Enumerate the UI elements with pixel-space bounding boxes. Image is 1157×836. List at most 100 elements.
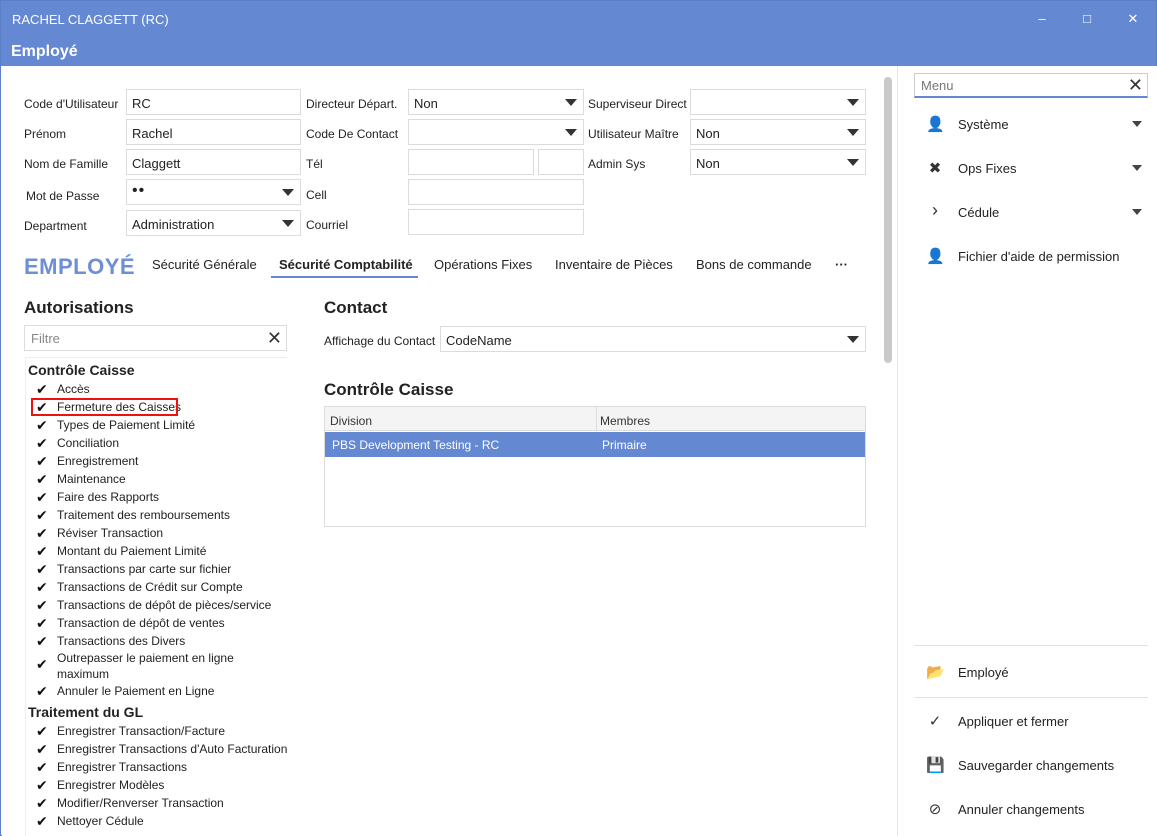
check-icon: ✔ — [36, 471, 48, 487]
menu-search-input[interactable] — [915, 74, 1115, 96]
tab-general-security[interactable]: Sécurité Générale — [152, 257, 257, 272]
permission-label: Transactions des Divers — [57, 634, 186, 648]
tel-ext-field[interactable] — [538, 149, 584, 175]
tab-parts-inventory[interactable]: Inventaire de Pièces — [555, 257, 673, 272]
tab-fixed-operations[interactable]: Opérations Fixes — [434, 257, 532, 272]
first-name-field[interactable]: Rachel — [126, 119, 301, 145]
divider — [914, 697, 1148, 698]
sys-admin-value: Non — [696, 156, 720, 171]
minimize-button[interactable]: – — [1027, 7, 1057, 31]
menu-item-employee[interactable]: 📂 Employé — [914, 657, 1148, 687]
permission-label: Transaction de dépôt de ventes — [57, 616, 225, 630]
check-icon: ✔ — [36, 741, 48, 757]
tab-accounting-security[interactable]: Sécurité Comptabilité — [279, 257, 413, 272]
permission-label: Transactions par carte sur fichier — [57, 562, 232, 576]
menu-item-label: Appliquer et fermer — [958, 714, 1069, 729]
dept-director-select[interactable]: Non — [408, 89, 584, 115]
permission-label: Transactions de dépôt de pièces/service — [57, 598, 272, 612]
cancel-changes-button[interactable]: ⊘ Annuler changements — [914, 794, 1148, 824]
chevron-down-icon — [847, 336, 859, 343]
chevron-down-icon — [565, 129, 577, 136]
employee-window: RACHEL CLAGGETT (RC) – □ ✕ Employé Code … — [0, 0, 1157, 836]
save-changes-button[interactable]: 💾 Sauvegarder changements — [914, 750, 1148, 780]
first-name-label: Prénom — [24, 127, 67, 141]
filter-box: ✕ — [24, 325, 287, 351]
sys-admin-select[interactable]: Non — [690, 149, 866, 175]
permission-label: Enregistrer Modèles — [57, 778, 165, 792]
password-label: Mot de Passe — [26, 189, 100, 203]
master-user-label: Utilisateur Maître — [588, 127, 679, 141]
highlight-box — [31, 398, 178, 416]
group-header: Traitement du GL — [28, 704, 144, 720]
clear-filter-icon[interactable]: ✕ — [267, 329, 282, 347]
check-icon: ✔ — [36, 381, 48, 397]
check-icon: ✔ — [36, 777, 48, 793]
chevron-down-icon — [1132, 121, 1142, 127]
user-code-value: RC — [132, 96, 151, 111]
main-panel: Code d'Utilisateur RC Prénom Rachel Nom … — [2, 66, 897, 836]
permission-label: Outrepasser le paiement en ligne maximum — [57, 651, 234, 681]
permission-label: Maintenance — [57, 472, 126, 486]
password-value: •• — [132, 182, 146, 199]
chevron-down-icon — [847, 99, 859, 106]
email-field[interactable] — [408, 209, 584, 235]
chevron-down-icon — [1132, 209, 1142, 215]
tools-icon: ✖ — [928, 160, 942, 177]
tel-field[interactable] — [408, 149, 534, 175]
menu-item-label: Fichier d'aide de permission — [958, 249, 1120, 264]
permission-label: Transactions de Crédit sur Compte — [57, 580, 243, 594]
window-title: RACHEL CLAGGETT (RC) — [12, 12, 169, 27]
permission-label: Annuler le Paiement en Ligne — [57, 684, 215, 698]
menu-item-permission-help[interactable]: 👤 Fichier d'aide de permission — [914, 241, 1148, 271]
close-icon: ✕ — [1127, 11, 1139, 26]
check-icon: ✔ — [36, 525, 48, 541]
department-value: Administration — [132, 217, 215, 232]
column-divider — [596, 407, 597, 431]
check-icon: ✔ — [36, 633, 48, 649]
user-code-label: Code d'Utilisateur — [24, 97, 119, 111]
menu-item-label: Cédule — [958, 205, 1000, 220]
section-title: EMPLOYÉ — [24, 254, 136, 279]
chevron-down-icon — [565, 99, 577, 106]
cash-control-table: Division Membres PBS Development Testing… — [324, 406, 866, 527]
menu-item-label: Ops Fixes — [958, 161, 1017, 176]
cell-division: PBS Development Testing - RC — [332, 438, 500, 452]
direct-supervisor-select[interactable] — [690, 89, 866, 115]
permission-label: Enregistrer Transaction/Facture — [57, 724, 226, 738]
contact-code-select[interactable] — [408, 119, 584, 145]
chevron-down-icon — [847, 129, 859, 136]
clear-menu-search-icon[interactable]: ✕ — [1128, 76, 1143, 94]
last-name-field[interactable]: Claggett — [126, 149, 301, 175]
menu-item-fixed-ops[interactable]: ✖ Ops Fixes — [914, 153, 1148, 183]
menu-item-schedule[interactable]: › Cédule — [914, 197, 1148, 227]
column-header-members[interactable]: Membres — [600, 414, 650, 428]
table-row[interactable]: PBS Development Testing - RC Primaire — [325, 432, 865, 457]
user-code-field[interactable]: RC — [126, 89, 301, 115]
password-field[interactable]: •• — [126, 179, 301, 205]
email-label: Courriel — [306, 218, 349, 232]
cell-field[interactable] — [408, 179, 584, 205]
master-user-value: Non — [696, 126, 720, 141]
master-user-select[interactable]: Non — [690, 119, 866, 145]
chevron-down-icon — [847, 159, 859, 166]
tab-purchase-orders[interactable]: Bons de commande — [696, 257, 812, 272]
vertical-scrollbar[interactable] — [884, 77, 892, 363]
close-button[interactable]: ✕ — [1118, 7, 1148, 31]
folder-open-icon: 📂 — [926, 664, 945, 681]
column-header-division[interactable]: Division — [330, 414, 372, 428]
apply-close-button[interactable]: ✓ Appliquer et fermer — [914, 706, 1148, 736]
active-tab-indicator — [271, 276, 418, 278]
maximize-button[interactable]: □ — [1072, 7, 1102, 31]
menu-item-system[interactable]: 👤 Système — [914, 109, 1148, 139]
menu-item-label: Annuler changements — [958, 802, 1085, 817]
more-tabs-button[interactable]: ··· — [835, 257, 848, 272]
contact-display-select[interactable]: CodeName — [440, 326, 866, 352]
check-icon: ✔ — [36, 579, 48, 595]
filter-input[interactable] — [25, 326, 255, 350]
department-select[interactable]: Administration — [126, 210, 301, 236]
permission-label: Enregistrement — [57, 454, 139, 468]
header-bar: Employé — [1, 37, 1156, 66]
check-icon: ✔ — [36, 453, 48, 469]
check-icon: ✔ — [36, 723, 48, 739]
permission-label: Modifier/Renverser Transaction — [57, 796, 224, 810]
